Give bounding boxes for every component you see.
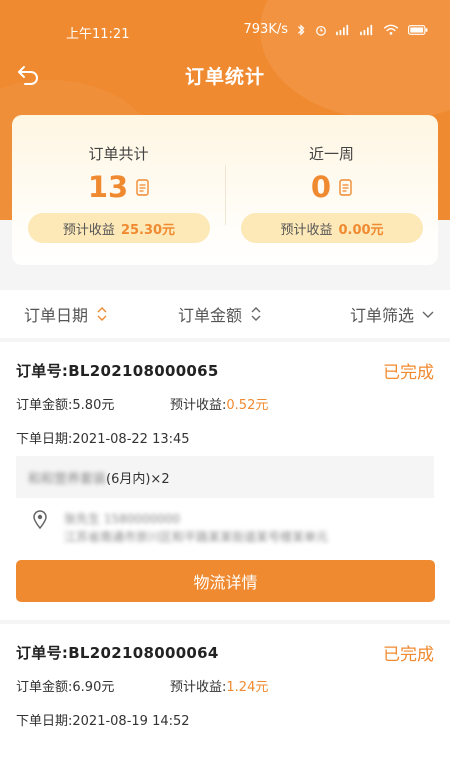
filter-dropdown-button[interactable]: 订单筛选 xyxy=(350,302,434,326)
chevron-down-icon xyxy=(422,311,434,318)
order-status: 已完成 xyxy=(383,645,434,665)
order-amount: 订单金额:6.90元 xyxy=(16,680,115,695)
signal-icon xyxy=(336,24,349,35)
network-speed: 793K/s xyxy=(243,22,289,37)
order-item: 和和营养套装 (6月内)×2 xyxy=(16,456,434,498)
signal-icon-2 xyxy=(360,24,373,35)
stat-total-profit: 预计收益 25.30元 xyxy=(28,213,210,243)
stat-week: 近一周 0 预计收益 0.00元 xyxy=(225,115,438,265)
stat-week-label: 近一周 xyxy=(308,145,354,163)
stat-total-value: 13 xyxy=(87,170,129,204)
order-profit: 预计收益:0.52元 xyxy=(170,398,269,413)
bluetooth-icon xyxy=(298,23,305,36)
wifi-icon xyxy=(383,24,399,35)
document-icon xyxy=(136,178,149,196)
page-title: 订单统计 xyxy=(184,66,265,88)
profit-label: 预计收益 xyxy=(280,222,333,238)
filter-date-label: 订单日期 xyxy=(24,306,89,325)
profit-amount: 0.00元 xyxy=(338,222,384,238)
location-pin-icon xyxy=(33,510,47,530)
order-status: 已完成 xyxy=(383,363,434,383)
status-icons: 793K/s xyxy=(244,22,431,37)
stat-week-profit: 预计收益 0.00元 xyxy=(241,213,423,243)
stat-total: 订单共计 13 预计收益 25.30元 xyxy=(12,115,225,265)
filter-date-button[interactable]: 订单日期 xyxy=(24,302,108,326)
order-profit: 预计收益:1.24元 xyxy=(170,680,269,695)
alarm-icon xyxy=(316,25,326,36)
order-address: 张先生 1580000000 江苏省南通市崇川区和平路某某街道某号楼某单元 xyxy=(16,506,434,550)
stat-total-label: 订单共计 xyxy=(88,145,149,163)
order-number: 订单号:BL202108000064 xyxy=(16,644,219,662)
profit-label: 预计收益 xyxy=(62,222,115,238)
stats-card: 订单共计 13 预计收益 25.30元 近一周 0 预计收益 0.00元 xyxy=(12,115,438,265)
address-contact-blurred: 张先生 1580000000 xyxy=(64,512,181,526)
profit-amount: 25.30元 xyxy=(120,222,176,238)
sort-up-down-icon xyxy=(251,307,261,321)
item-suffix: (6月内)×2 xyxy=(106,471,170,487)
filter-dropdown-label: 订单筛选 xyxy=(349,306,414,325)
logistics-details-button[interactable]: 物流详情 xyxy=(16,560,435,602)
sort-up-down-icon xyxy=(97,307,107,321)
stat-week-row: 0 xyxy=(225,170,438,204)
filter-bar: 订单日期 订单金额 订单筛选 xyxy=(0,290,450,338)
order-date: 下单日期:2021-08-19 14:52 xyxy=(16,714,190,729)
battery-icon xyxy=(408,24,428,35)
top-header: 订单统计 xyxy=(0,55,450,95)
document-icon xyxy=(339,178,352,196)
item-name-blurred: 和和营养套装 xyxy=(28,471,107,487)
order-number: 订单号:BL202108000065 xyxy=(16,362,219,380)
stat-week-value: 0 xyxy=(310,170,332,204)
filter-amount-button[interactable]: 订单金额 xyxy=(178,302,262,326)
order-date: 下单日期:2021-08-22 13:45 xyxy=(16,432,190,447)
order-card[interactable]: 订单号:BL202108000064 已完成 订单金额:6.90元 预计收益:1… xyxy=(0,624,450,764)
stat-total-row: 13 xyxy=(12,170,225,204)
filter-amount-label: 订单金额 xyxy=(178,306,243,325)
address-detail-blurred: 江苏省南通市崇川区和平路某某街道某号楼某单元 xyxy=(64,530,329,544)
status-bar: 上午11:21 793K/s xyxy=(0,0,450,42)
status-time: 上午11:21 xyxy=(66,27,130,42)
order-card[interactable]: 订单号:BL202108000065 已完成 订单金额:5.80元 预计收益:0… xyxy=(0,342,450,620)
order-amount: 订单金额:5.80元 xyxy=(16,398,115,413)
